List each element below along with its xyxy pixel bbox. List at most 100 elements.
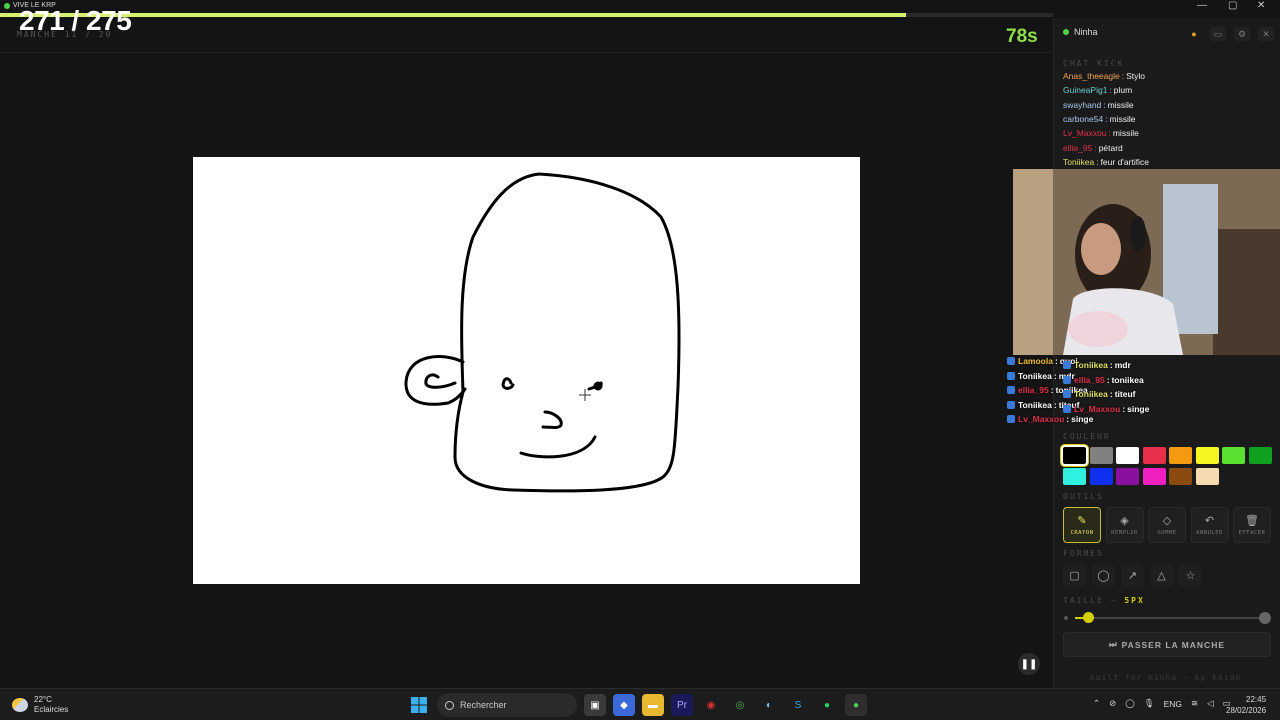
trash-icon: 🗑 <box>1245 515 1259 527</box>
overlay-colon: : <box>1054 356 1058 366</box>
chat-colon: : <box>1094 142 1097 153</box>
online-dot <box>1063 29 1069 35</box>
game-app-icon[interactable]: ● <box>845 694 867 716</box>
color-swatch[interactable] <box>1195 447 1219 464</box>
tool-annuler[interactable]: ↶ ANNULER <box>1190 507 1229 543</box>
chat-text: missile <box>1109 114 1136 125</box>
chrome-icon[interactable]: ◎ <box>729 694 751 716</box>
color-swatch[interactable] <box>1142 447 1166 464</box>
tool-effacer[interactable]: 🗑 EFFACER <box>1233 507 1271 543</box>
color-swatch[interactable] <box>1248 447 1272 464</box>
wifi-icon[interactable]: ≋ <box>1191 698 1198 709</box>
close-panel-icon[interactable]: ✕ <box>1258 27 1274 41</box>
tool-remplir[interactable]: ◈ REMPLIR <box>1105 507 1144 543</box>
chat-text: plum <box>1113 85 1133 96</box>
brush-size-slider[interactable] <box>1063 612 1273 624</box>
color-swatch[interactable] <box>1063 468 1086 485</box>
color-swatch[interactable] <box>1061 445 1088 466</box>
chat-username: Anas_theeagle <box>1063 71 1120 82</box>
premiere-icon[interactable]: Pr <box>671 694 693 716</box>
m365-icon[interactable]: ◆ <box>613 694 635 716</box>
fill-icon: ◈ <box>1120 515 1129 527</box>
triangle-icon[interactable]: △ <box>1150 564 1173 587</box>
slider-max-dot <box>1259 612 1271 624</box>
overlay-text: singe <box>1127 403 1150 414</box>
overlay-colon: : <box>1053 399 1057 410</box>
color-swatch[interactable] <box>1142 468 1166 485</box>
language-indicator[interactable]: ENG <box>1164 699 1182 709</box>
color-swatch[interactable] <box>1089 447 1113 464</box>
color-swatch[interactable] <box>1116 447 1139 464</box>
overlay-text: toniikea <box>1111 374 1144 385</box>
eraser-icon: ◇ <box>1162 515 1172 527</box>
chat-badge-icon <box>1063 361 1071 369</box>
obs-icon[interactable]: ◉ <box>700 694 722 716</box>
tool-label: EFFACER <box>1238 530 1266 536</box>
clock-time: 22:45 <box>1246 695 1267 704</box>
gear-icon[interactable]: ⚙ <box>1234 27 1250 41</box>
rectangle-icon[interactable]: ▢ <box>1063 564 1086 587</box>
chat-text: missile <box>1112 128 1139 139</box>
color-swatch[interactable] <box>1116 468 1139 485</box>
overlay-colon: : <box>1106 374 1110 385</box>
color-swatch[interactable] <box>1169 468 1192 485</box>
tray-mic-icon[interactable]: 🎙 <box>1144 698 1155 709</box>
pause-button[interactable]: ❚❚ <box>1018 653 1040 675</box>
tool-gomme[interactable]: ◇ GOMME <box>1148 507 1186 543</box>
star-icon[interactable]: ☆ <box>1179 564 1202 587</box>
drawing-strokes <box>404 172 681 493</box>
maximize-icon[interactable]: ▢ <box>1228 0 1237 11</box>
tool-label: ANNULER <box>1196 530 1223 536</box>
tool-crayon[interactable]: ✎ CRAYON <box>1063 507 1101 543</box>
tray-network-off-icon[interactable]: ⊘ <box>1109 698 1116 709</box>
color-swatch[interactable] <box>1222 447 1245 464</box>
task-view-icon[interactable]: ▣ <box>584 694 606 716</box>
close-icon[interactable]: ✕ <box>1257 0 1265 11</box>
pencil-icon: ✎ <box>1077 515 1087 527</box>
overlay-message: Toniikea:mdr <box>1063 360 1131 370</box>
minimize-icon[interactable]: — <box>1197 0 1207 11</box>
chat-username: ellia_95 <box>1063 142 1093 153</box>
taskbar-search[interactable]: Rechercher <box>437 693 577 717</box>
color-swatch[interactable] <box>1195 468 1219 485</box>
chat-badge-icon <box>1007 371 1015 380</box>
round-timer: 78s <box>1006 26 1038 47</box>
status-icon[interactable]: ● <box>1186 27 1202 41</box>
color-swatch[interactable] <box>1089 468 1113 485</box>
steam-icon[interactable]: ◐ <box>758 694 780 716</box>
overlay-colon: : <box>1066 414 1070 424</box>
file-explorer-icon[interactable]: ▬ <box>642 694 664 716</box>
chat-text: feur d'artifice <box>1100 156 1149 167</box>
arrow-icon[interactable]: ↗ <box>1121 564 1144 587</box>
chat-label: CHAT KICK <box>1063 59 1125 68</box>
overlay-colon: : <box>1109 389 1113 399</box>
taskbar-clock[interactable]: 22:45 28/02/2026 <box>1226 694 1266 716</box>
overlay-text: mdr <box>1114 360 1131 370</box>
slider-thumb[interactable] <box>1083 612 1095 623</box>
tray-chevron-icon[interactable]: ⌃ <box>1093 698 1100 709</box>
shapes-label: FORMES <box>1063 549 1104 558</box>
chat-message: Anas_theeagle: Stylo <box>1063 69 1273 83</box>
overlay-message: Lv_Maxxou: singe <box>1063 404 1149 414</box>
color-swatch[interactable] <box>1222 468 1245 485</box>
chat-badge-icon <box>1007 357 1015 365</box>
app-s-icon[interactable]: S <box>787 694 809 716</box>
overlay-username: ellia_95 <box>1018 385 1049 395</box>
drawing-canvas[interactable] <box>193 157 860 584</box>
weather-icon <box>12 698 28 712</box>
round-indicator: MANCHE 11 / 20 <box>17 30 113 39</box>
ellipse-icon[interactable]: ◯ <box>1092 564 1115 587</box>
skip-round-button[interactable]: ⏭ PASSER LA MANCHE <box>1063 632 1271 657</box>
volume-icon[interactable]: ◁ <box>1207 698 1214 709</box>
windows-start-icon[interactable] <box>408 694 430 716</box>
color-swatch[interactable] <box>1169 447 1192 464</box>
weather-widget[interactable]: 22°C Eclaircies <box>12 695 68 715</box>
weather-desc: Eclaircies <box>34 705 69 714</box>
tool-label: GOMME <box>1157 530 1177 536</box>
overlay-username: Toniikea <box>1018 370 1052 381</box>
tray-ring-icon[interactable]: ◯ <box>1125 698 1135 709</box>
spotify-icon[interactable]: ● <box>816 694 838 716</box>
chat-colon: : <box>1105 114 1108 125</box>
layout-icon[interactable]: ▭ <box>1210 27 1226 41</box>
overlay-message: Lv_Maxxou: singe <box>1007 414 1093 424</box>
